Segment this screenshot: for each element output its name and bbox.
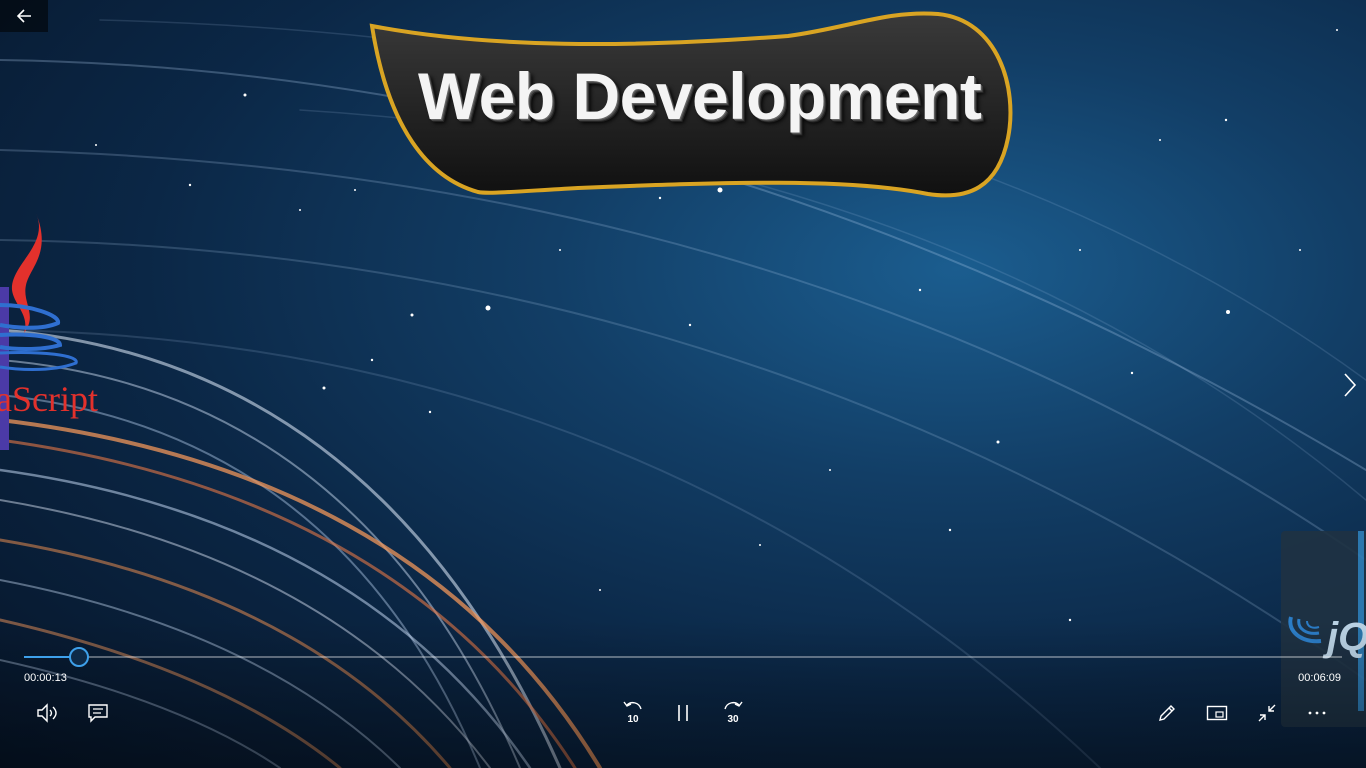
pencil-icon [1159, 705, 1175, 721]
left-logo-text: aScript [0, 379, 98, 419]
play-pause-button[interactable] [663, 695, 703, 731]
pause-icon [678, 705, 688, 721]
volume-button[interactable] [28, 695, 68, 731]
next-button[interactable] [1336, 366, 1364, 404]
exit-fullscreen-button[interactable] [1247, 695, 1287, 731]
more-options-icon [1308, 711, 1326, 715]
seek-bar[interactable] [24, 647, 1342, 667]
captions-button[interactable] [78, 695, 118, 731]
skip-forward-seconds: 30 [727, 714, 739, 725]
video-title: Web Development [418, 59, 982, 133]
mini-view-button[interactable] [1197, 695, 1237, 731]
captions-icon [88, 704, 108, 723]
exit-fullscreen-icon [1258, 704, 1276, 722]
mini-view-icon [1206, 705, 1228, 721]
back-button[interactable] [0, 0, 48, 32]
volume-icon [37, 703, 57, 723]
total-time: 00:06:09 [1298, 672, 1341, 684]
edit-button[interactable] [1147, 695, 1187, 731]
more-options-button[interactable] [1297, 695, 1337, 731]
current-time: 00:00:13 [24, 672, 67, 684]
skip-back-seconds: 10 [627, 714, 639, 725]
arrow-left-icon [16, 9, 31, 23]
chevron-right-icon [1344, 373, 1357, 397]
playback-controls-bar [0, 620, 1366, 768]
skip-forward-button[interactable]: 30 [713, 695, 753, 731]
skip-back-button[interactable]: 10 [613, 695, 653, 731]
